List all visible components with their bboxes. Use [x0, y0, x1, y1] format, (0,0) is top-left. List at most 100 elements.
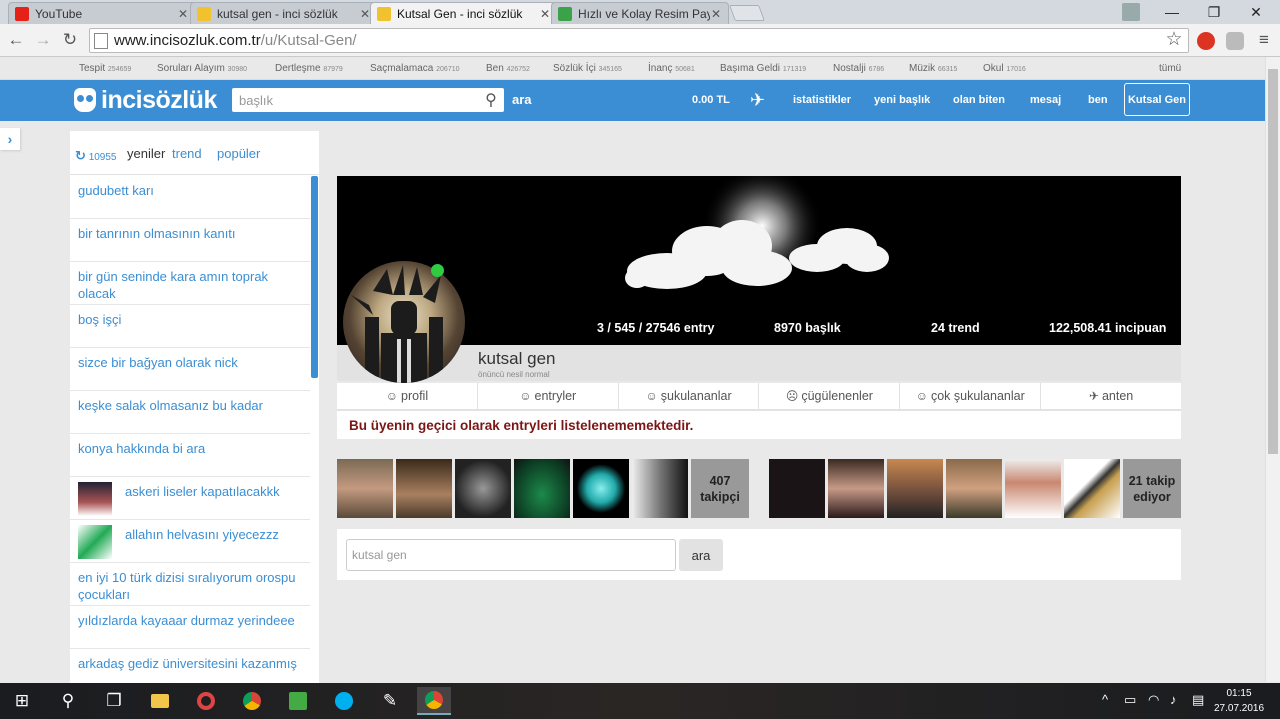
following-avatar[interactable]	[769, 459, 825, 518]
category-link[interactable]: Sözlük İçi 345165	[553, 63, 622, 74]
category-link[interactable]: Başıma Geldi 171319	[720, 63, 806, 74]
menu-icon[interactable]: ≡	[1253, 30, 1275, 50]
following-avatar[interactable]	[946, 459, 1002, 518]
avatar[interactable]	[343, 261, 465, 383]
category-link[interactable]: Müzik 66315	[909, 63, 957, 74]
opera-extension-icon[interactable]	[1197, 32, 1215, 50]
category-link[interactable]: Saçmalamaca 206710	[370, 63, 460, 74]
following-count[interactable]: 21 takip ediyor	[1123, 459, 1181, 518]
search-icon[interactable]: ⚲	[51, 687, 85, 715]
site-logo[interactable]: incisözlük	[74, 86, 217, 114]
nav-me[interactable]: ben	[1088, 94, 1108, 106]
category-link[interactable]: Dertleşme 87979	[275, 63, 343, 74]
tab-trend[interactable]: trend	[172, 146, 202, 161]
tab-downvoted[interactable]: ☹ çügülenenler	[759, 383, 901, 409]
follower-avatar[interactable]	[337, 459, 393, 518]
minimize-icon[interactable]: —	[1152, 0, 1192, 24]
tab-antenna[interactable]: ✈ anten	[1041, 383, 1181, 409]
search-button[interactable]: ara	[512, 92, 532, 107]
topic-item[interactable]: bir gün seninde kara amın toprak olacak	[70, 262, 310, 305]
user-search-button[interactable]: ara	[679, 539, 723, 571]
tab-profile[interactable]: ☺ profil	[337, 383, 478, 409]
address-bar[interactable]: www.incisozluk.com.tr/u/Kutsal-Gen/	[89, 28, 1189, 53]
follower-avatar[interactable]	[632, 459, 688, 518]
topic-item[interactable]: konya hakkında bi ara	[70, 434, 310, 477]
category-link[interactable]: Ben 426752	[486, 63, 530, 74]
tray-expand-icon[interactable]: ^	[1102, 692, 1108, 707]
category-link[interactable]: Okul 17016	[983, 63, 1026, 74]
nav-statistics[interactable]: istatistikler	[793, 94, 851, 106]
following-avatar[interactable]	[828, 459, 884, 518]
user-search-input[interactable]: kutsal gen	[346, 539, 676, 571]
topic-item[interactable]: gudubett karı	[70, 176, 310, 219]
topic-item[interactable]: en iyi 10 türk dizisi sıralıyorum orospu…	[70, 563, 310, 606]
ccleaner-icon[interactable]	[189, 687, 223, 715]
tab-kutsal-gen-search[interactable]: kutsal gen - inci sözlük ✕	[190, 2, 378, 24]
volume-icon[interactable]: ♪	[1170, 692, 1177, 707]
tab-popular[interactable]: popüler	[217, 146, 260, 161]
topic-item[interactable]: sizce bir bağyan olarak nick	[70, 348, 310, 391]
taskbar-clock[interactable]: 01:15 27.07.2016	[1214, 686, 1264, 716]
nav-new-topic[interactable]: yeni başlık	[874, 94, 930, 106]
restore-icon[interactable]: ❐	[1194, 0, 1234, 24]
category-link[interactable]: Nostalji 6786	[833, 63, 884, 74]
notification-icon[interactable]: ▤	[1192, 692, 1204, 708]
tab-youtube[interactable]: YouTube ✕	[8, 2, 196, 24]
wifi-icon[interactable]: ◠	[1148, 692, 1159, 708]
tab-kutsal-gen-profile[interactable]: Kutsal Gen - inci sözlük ✕	[370, 2, 558, 24]
following-avatar[interactable]	[887, 459, 943, 518]
tab-new[interactable]: yeniler	[127, 146, 165, 161]
tab-entries[interactable]: ☺ entryler	[478, 383, 619, 409]
topic-item[interactable]: keşke salak olmasanız bu kadar	[70, 391, 310, 434]
topic-item[interactable]: arkadaş gediz üniversitesini kazanmış	[70, 649, 310, 683]
category-link[interactable]: Tespit 254659	[79, 63, 131, 74]
all-categories-link[interactable]: tümü	[1159, 63, 1181, 74]
refresh-button[interactable]: ↻ 10955	[75, 148, 117, 164]
search-icon[interactable]: ⚲	[480, 89, 502, 111]
topic-item[interactable]: yıldızlarda kayaaar durmaz yerindeee	[70, 606, 310, 649]
topic-item[interactable]: askeri liseler kapatılacakkk	[70, 477, 310, 520]
forward-icon[interactable]: →	[32, 30, 54, 50]
chrome-icon[interactable]	[235, 687, 269, 715]
windows-start-icon[interactable]: ⊞	[5, 687, 39, 715]
tab-image-share[interactable]: Hızlı ve Kolay Resim Payla ✕	[551, 2, 729, 24]
balance[interactable]: 0.00 TL	[692, 94, 730, 106]
new-tab-button[interactable]	[729, 5, 765, 21]
search-input[interactable]: başlık	[232, 88, 504, 112]
camtasia-icon[interactable]	[281, 687, 315, 715]
task-view-icon[interactable]: ❐	[97, 687, 131, 715]
following-avatar[interactable]	[1005, 459, 1061, 518]
tab-most-upvoted[interactable]: ☺ çok şukulananlar	[900, 383, 1042, 409]
reload-icon[interactable]: ↻	[59, 30, 81, 50]
close-window-icon[interactable]: ✕	[1236, 0, 1276, 24]
follower-avatar[interactable]	[455, 459, 511, 518]
topic-item[interactable]: boş işçi	[70, 305, 310, 348]
topic-item[interactable]: bir tanrının olmasının kanıtı	[70, 219, 310, 262]
scrollbar-thumb[interactable]	[1268, 69, 1278, 454]
satellite-icon[interactable]: ✈	[750, 90, 765, 111]
close-tab-icon[interactable]: ✕	[539, 7, 551, 21]
follower-avatar[interactable]	[514, 459, 570, 518]
back-icon[interactable]: ←	[5, 30, 27, 50]
bookmark-star-icon[interactable]: ☆	[1163, 29, 1185, 50]
category-link[interactable]: Soruları Alayım 30980	[157, 63, 247, 74]
following-avatar[interactable]	[1064, 459, 1120, 518]
follower-avatar[interactable]	[573, 459, 629, 518]
chrome-active-icon[interactable]	[417, 687, 451, 715]
sidebar-toggle-icon[interactable]: ›	[0, 128, 20, 150]
follower-avatar[interactable]	[396, 459, 452, 518]
followers-count[interactable]: 407 takipçi	[691, 459, 749, 518]
battery-icon[interactable]: ▭	[1124, 692, 1136, 708]
nav-messages[interactable]: mesaj	[1030, 94, 1061, 106]
paint-icon[interactable]: ✎	[373, 687, 407, 715]
category-link[interactable]: İnanç 50681	[648, 63, 695, 74]
topic-item[interactable]: allahın helvasını yiyecezzz	[70, 520, 310, 563]
skype-icon[interactable]	[327, 687, 361, 715]
user-menu-button[interactable]: Kutsal Gen	[1124, 83, 1190, 116]
sidebar-scrollbar[interactable]	[311, 176, 318, 378]
close-tab-icon[interactable]: ✕	[710, 7, 722, 21]
page-scrollbar[interactable]	[1265, 57, 1280, 682]
file-explorer-icon[interactable]	[143, 687, 177, 715]
nav-activity[interactable]: olan biten	[953, 94, 1005, 106]
tab-upvoted[interactable]: ☺ şukulananlar	[619, 383, 760, 409]
